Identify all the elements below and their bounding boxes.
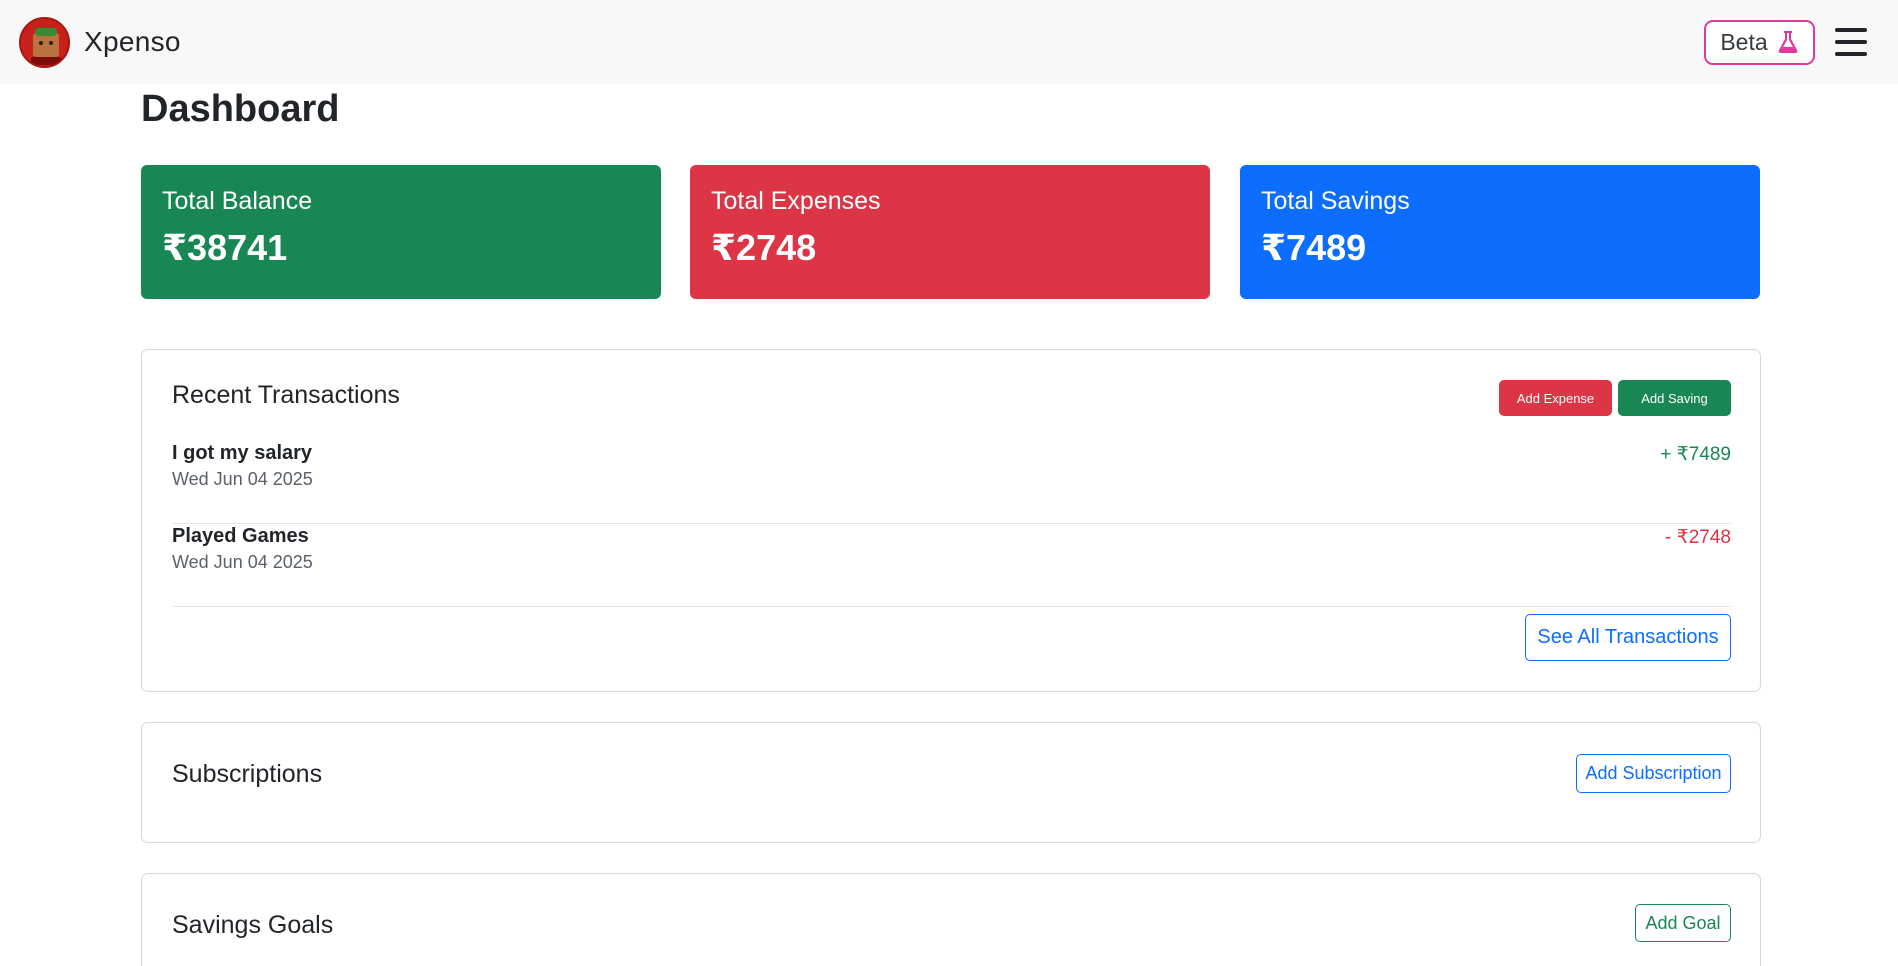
transaction-amount: + ₹7489 xyxy=(1660,444,1731,465)
recent-transactions-card: Recent Transactions Add Expense Add Savi… xyxy=(141,349,1761,692)
page-title: Dashboard xyxy=(141,88,340,130)
add-saving-button[interactable]: Add Saving xyxy=(1618,380,1731,416)
subscriptions-title: Subscriptions xyxy=(172,760,323,788)
transaction-name: Played Games xyxy=(172,525,309,547)
add-subscription-button[interactable]: Add Subscription xyxy=(1576,754,1731,793)
beta-label: Beta xyxy=(1720,28,1768,55)
app-logo-icon xyxy=(19,16,70,68)
total-savings-card: Total Savings ₹7489 xyxy=(1240,165,1760,299)
transaction-date: Wed Jun 04 2025 xyxy=(172,469,313,489)
navbar-actions: Beta xyxy=(1704,19,1879,65)
transaction-name: I got my salary xyxy=(172,442,313,464)
recent-transactions-title: Recent Transactions xyxy=(172,381,400,409)
total-balance-label: Total Balance xyxy=(162,187,313,215)
savings-goals-title: Savings Goals xyxy=(172,911,334,939)
transaction-row: I got my salary Wed Jun 04 2025 + ₹7489 xyxy=(172,442,1731,524)
total-savings-value: ₹7489 xyxy=(1261,227,1367,268)
savings-goals-card: Savings Goals Add Goal xyxy=(141,873,1761,966)
transaction-row: Played Games Wed Jun 04 2025 - ₹2748 xyxy=(172,525,1731,607)
total-expenses-label: Total Expenses xyxy=(711,187,881,215)
total-balance-value: ₹38741 xyxy=(162,227,288,268)
total-balance-card: Total Balance ₹38741 xyxy=(141,165,661,299)
flask-icon xyxy=(1778,31,1797,53)
brand-name: Xpenso xyxy=(84,26,181,57)
add-goal-button[interactable]: Add Goal xyxy=(1635,904,1731,942)
top-navbar: Xpenso Beta xyxy=(0,0,1898,84)
subscriptions-card: Subscriptions Add Subscription xyxy=(141,722,1761,843)
transaction-date: Wed Jun 04 2025 xyxy=(172,552,313,572)
total-savings-label: Total Savings xyxy=(1261,187,1410,215)
hamburger-menu-icon[interactable] xyxy=(1835,28,1867,56)
total-expenses-value: ₹2748 xyxy=(711,227,817,268)
see-all-transactions-button[interactable]: See All Transactions xyxy=(1525,614,1731,661)
transaction-amount: - ₹2748 xyxy=(1665,527,1731,548)
beta-button[interactable]: Beta xyxy=(1704,19,1815,65)
total-expenses-card: Total Expenses ₹2748 xyxy=(690,165,1210,299)
add-expense-button[interactable]: Add Expense xyxy=(1499,380,1612,416)
brand-home-link[interactable]: Xpenso xyxy=(19,16,181,68)
